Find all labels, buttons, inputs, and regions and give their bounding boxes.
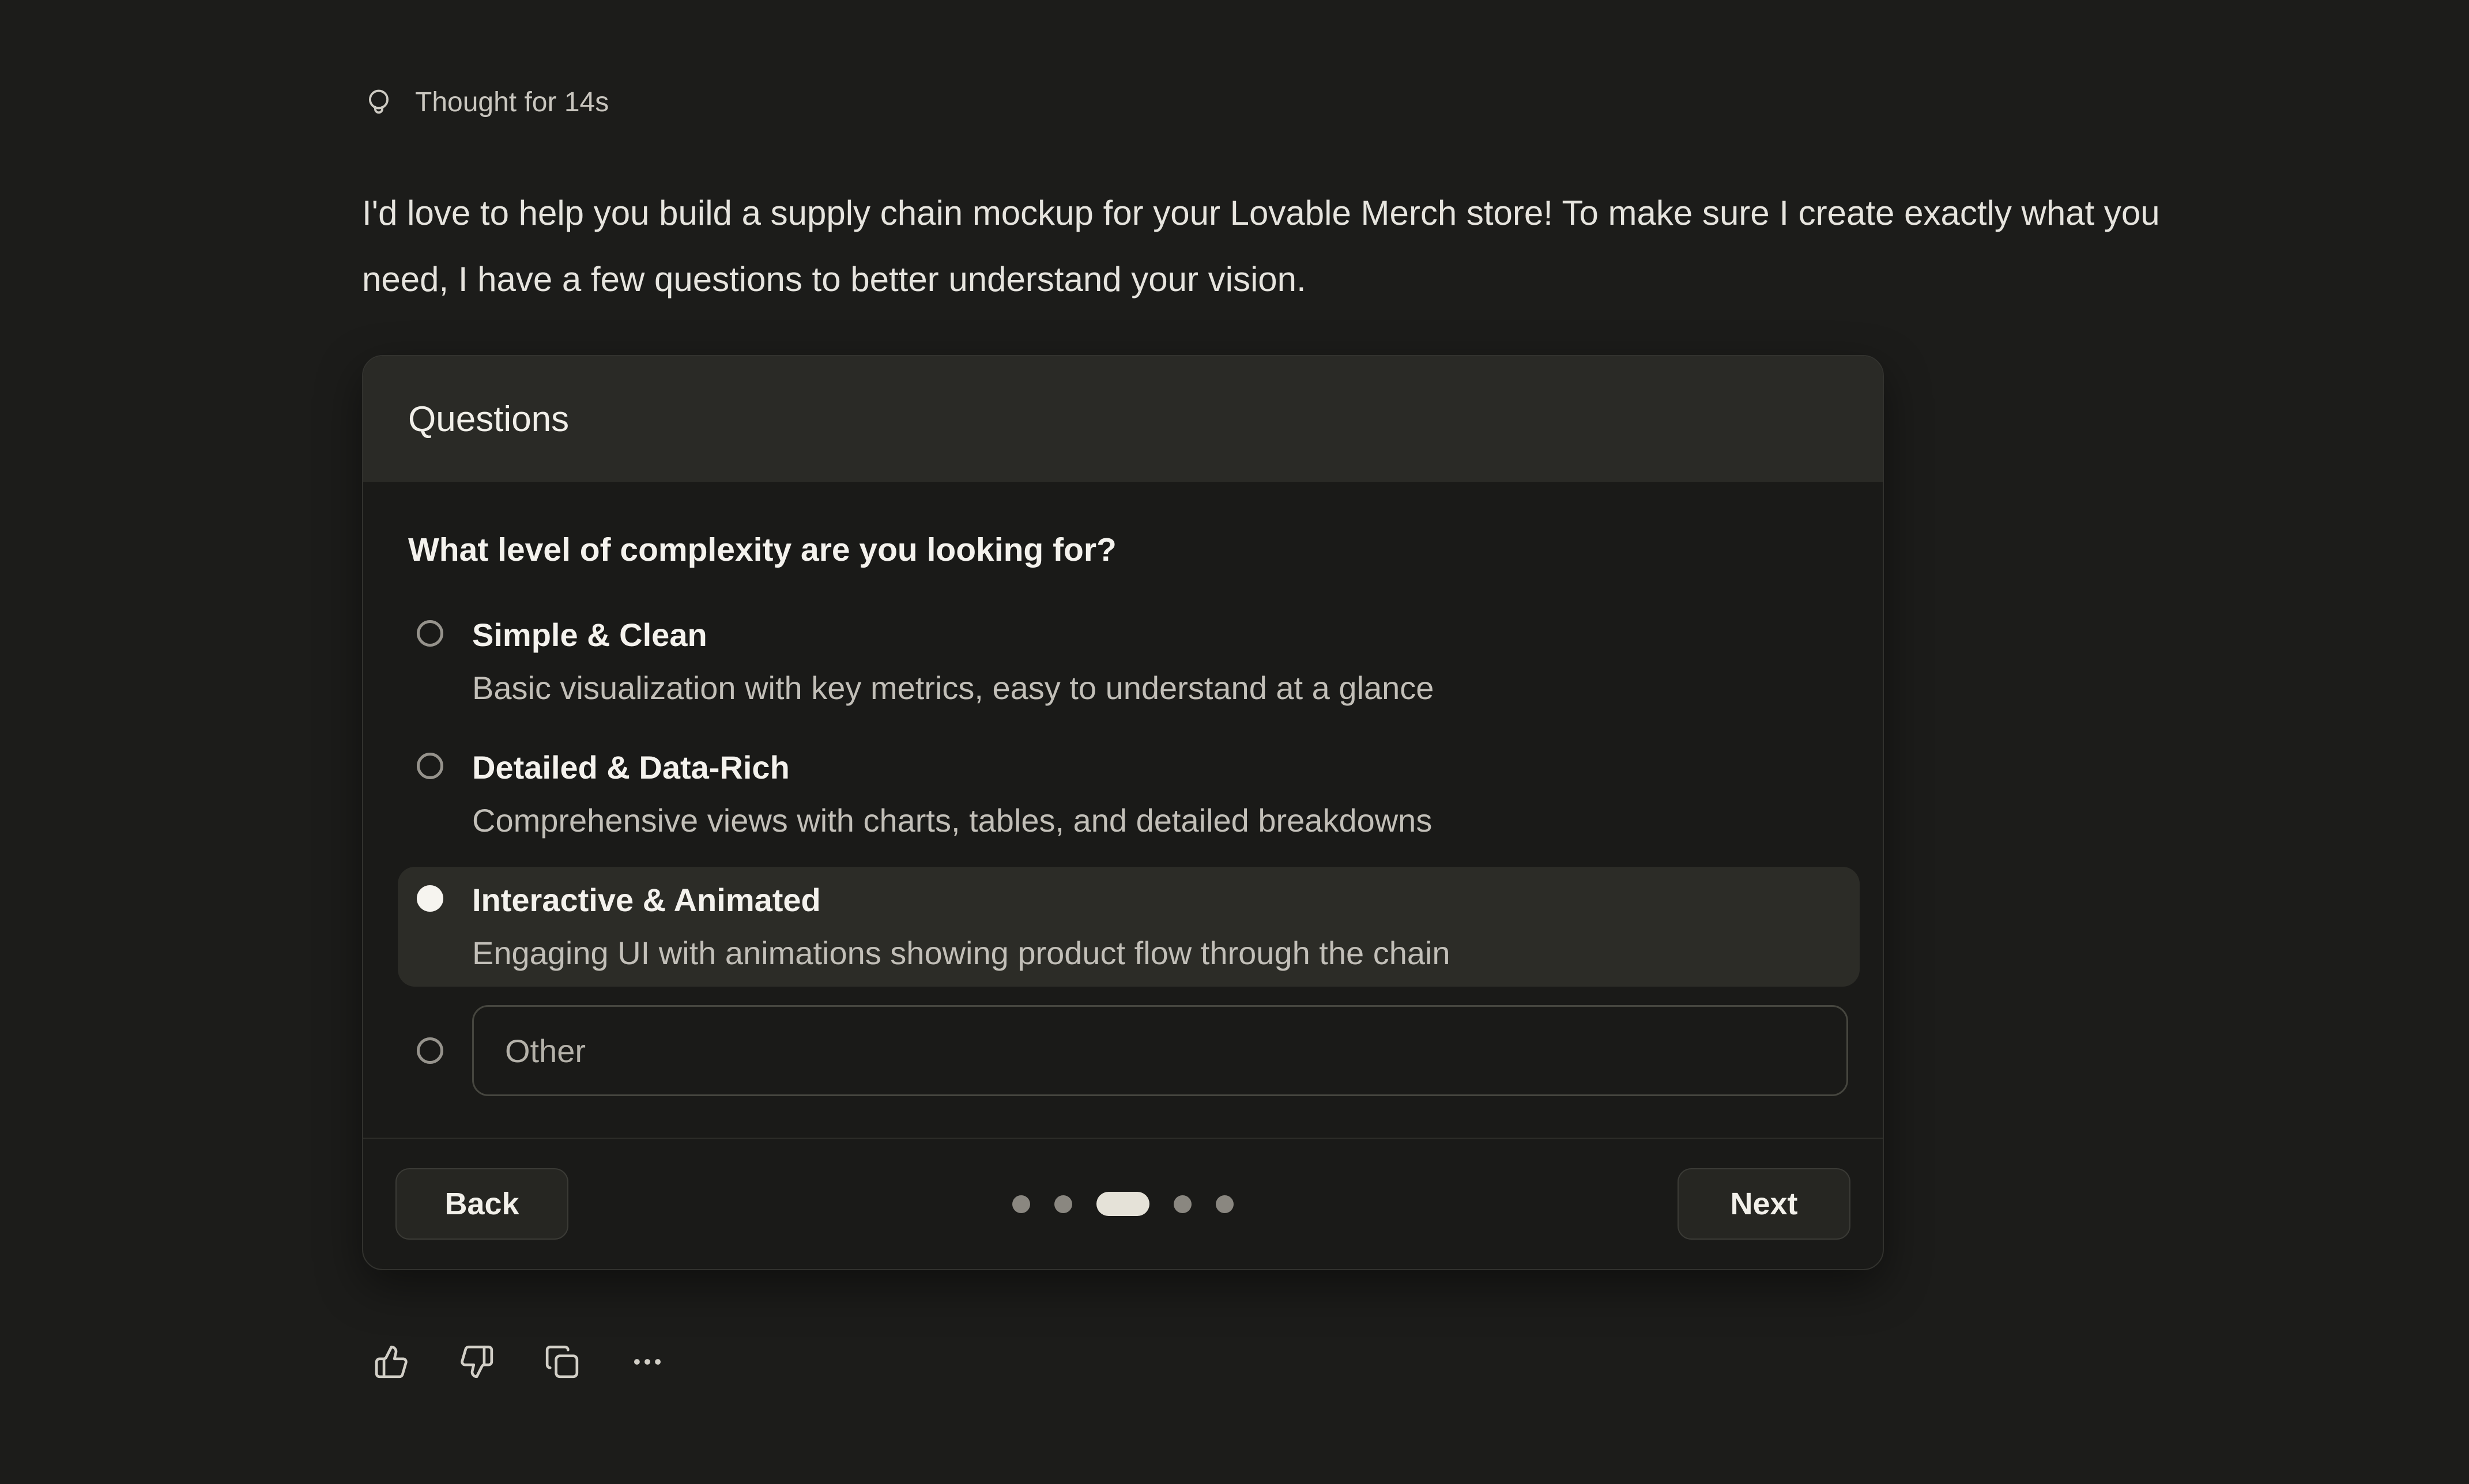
more-options-icon — [629, 1344, 665, 1380]
option-description: Engaging UI with animations showing prod… — [472, 934, 1848, 973]
copy-icon — [544, 1344, 580, 1380]
option-label: Simple & Clean — [472, 615, 1848, 655]
option-other[interactable] — [398, 1005, 1860, 1096]
pagination-dot — [1174, 1195, 1192, 1213]
option-description: Comprehensive views with charts, tables,… — [472, 801, 1848, 840]
option-interactive-animated[interactable]: Interactive & Animated Engaging UI with … — [398, 867, 1860, 987]
more-options-button[interactable] — [629, 1344, 665, 1380]
thumbs-down-button[interactable] — [459, 1344, 495, 1380]
option-label: Interactive & Animated — [472, 881, 1848, 920]
next-button[interactable]: Next — [1678, 1168, 1850, 1240]
option-description: Basic visualization with key metrics, ea… — [472, 669, 1848, 708]
option-detailed-data-rich[interactable]: Detailed & Data-Rich Comprehensive views… — [398, 734, 1860, 854]
thumbs-up-icon — [374, 1344, 409, 1380]
question-title: What level of complexity are you looking… — [408, 530, 1860, 569]
thumbs-down-icon — [459, 1344, 495, 1380]
card-title: Questions — [408, 399, 569, 440]
radio-unchecked-icon[interactable] — [417, 620, 443, 647]
pagination-dot — [1012, 1195, 1030, 1213]
back-button[interactable]: Back — [395, 1168, 568, 1240]
other-option-input[interactable] — [472, 1005, 1848, 1096]
thought-duration-toggle[interactable]: Thought for 14s — [363, 85, 609, 120]
pagination-dots — [1012, 1192, 1234, 1216]
radio-unchecked-icon[interactable] — [417, 753, 443, 779]
lightbulb-icon — [363, 87, 394, 118]
thought-duration-label: Thought for 14s — [415, 85, 609, 120]
questions-card-body: What level of complexity are you looking… — [363, 482, 1883, 1138]
thumbs-up-button[interactable] — [374, 1344, 409, 1380]
questions-card-footer: Back Next — [363, 1138, 1883, 1269]
radio-unchecked-icon[interactable] — [417, 1037, 443, 1064]
radio-checked-icon[interactable] — [417, 885, 443, 912]
option-label: Detailed & Data-Rich — [472, 748, 1848, 787]
questions-card-header: Questions — [363, 356, 1883, 482]
pagination-dot — [1216, 1195, 1234, 1213]
chat-message-area: Thought for 14s I'd love to help you bui… — [0, 0, 2469, 1484]
copy-button[interactable] — [544, 1344, 580, 1380]
message-actions — [374, 1344, 665, 1380]
pagination-dot-active — [1096, 1192, 1149, 1216]
options-list: Simple & Clean Basic visualization with … — [398, 602, 1860, 1096]
questions-card: Questions What level of complexity are y… — [362, 355, 1884, 1270]
pagination-dot — [1054, 1195, 1072, 1213]
assistant-message-text: I'd love to help you build a supply chai… — [362, 180, 2241, 312]
option-simple-clean[interactable]: Simple & Clean Basic visualization with … — [398, 602, 1860, 722]
